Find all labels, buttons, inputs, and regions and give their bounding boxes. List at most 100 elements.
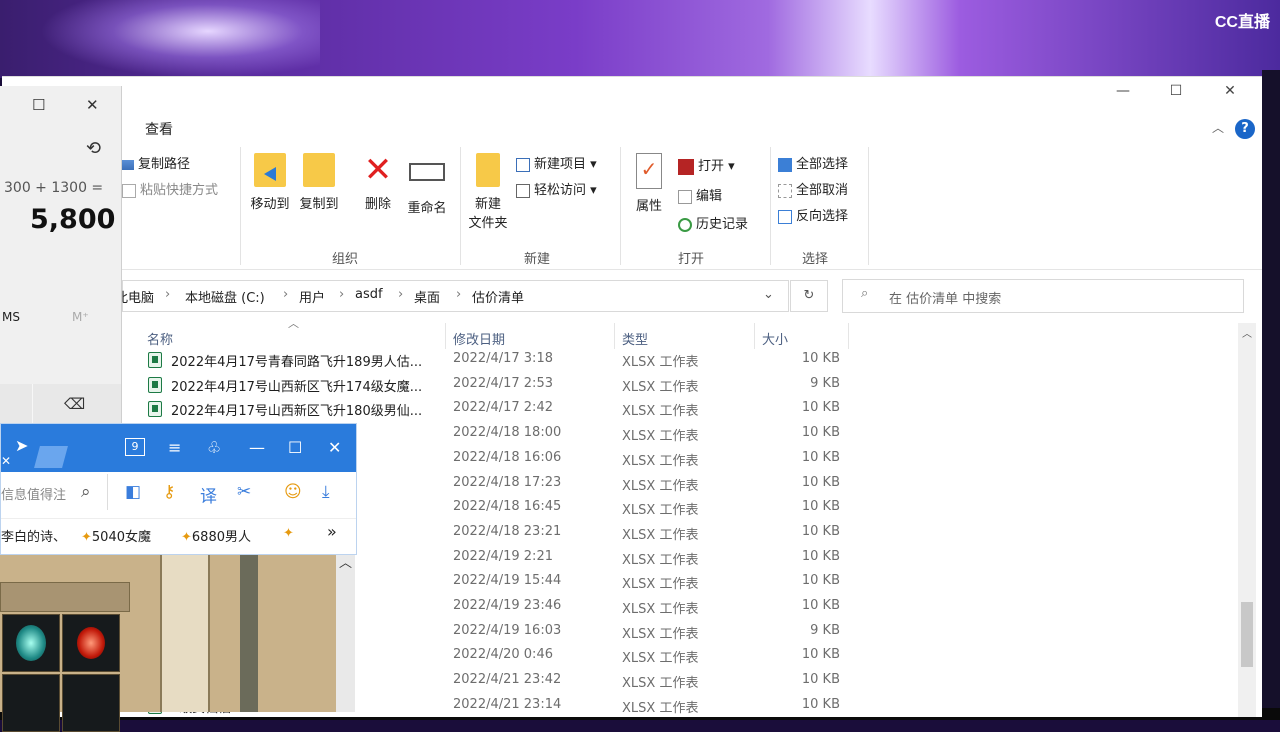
key-icon[interactable]: ⚷ xyxy=(163,482,175,502)
new-folder-button[interactable]: 新建 文件夹 xyxy=(464,153,512,231)
minimize-button[interactable]: — xyxy=(1100,83,1146,105)
invert-selection-button[interactable]: 反向选择 xyxy=(778,205,848,224)
breadcrumb-user[interactable]: asdf xyxy=(355,287,383,302)
table-row[interactable]: 2022年4月17号山西新区飞升180级男仙... 2022/4/17 2:42 X… xyxy=(2,396,1232,421)
breadcrumb-current[interactable]: 估价清单 xyxy=(472,287,524,306)
minimize-icon[interactable]: — xyxy=(249,438,265,457)
favorite-icon[interactable]: ✦ xyxy=(283,526,294,541)
memory-store-button[interactable]: MS xyxy=(2,310,20,324)
translate-icon[interactable]: 译 xyxy=(200,482,217,507)
calc-close-button[interactable]: ✕ xyxy=(86,96,99,114)
edit-button[interactable]: 编辑 xyxy=(678,185,722,204)
collapse-ribbon-icon[interactable]: ︿ xyxy=(1212,119,1224,136)
skin-icon[interactable]: ♧ xyxy=(207,438,221,457)
new-tab-button[interactable] xyxy=(34,446,68,468)
download-icon[interactable]: ⤓ xyxy=(322,482,330,502)
chevron-right-icon: › xyxy=(165,287,171,302)
column-header-type[interactable]: 类型 xyxy=(622,329,648,348)
history-button[interactable]: 历史记录 xyxy=(678,213,748,232)
counter-icon[interactable]: 9 xyxy=(125,438,145,456)
close-icon[interactable]: ✕ xyxy=(328,438,341,457)
inventory-slot[interactable] xyxy=(2,674,60,732)
more-favorites-button[interactable]: » xyxy=(327,522,337,541)
inventory-slot[interactable] xyxy=(62,614,120,672)
open-button[interactable]: 打开 ▾ xyxy=(678,155,735,175)
file-size: 9 KB xyxy=(810,375,840,391)
tab-close-icon[interactable]: ✕ xyxy=(1,454,11,468)
teal-gem-icon xyxy=(16,625,46,661)
calculator-window: ☐ ✕ ⟲ 300 + 1300 = 5,800 MS M⁺ ⌫ xyxy=(0,86,122,424)
column-header-date[interactable]: 修改日期 xyxy=(453,329,505,348)
delete-icon: ✕ xyxy=(363,150,393,190)
scroll-up-icon[interactable]: ︿ xyxy=(1242,325,1252,340)
file-date: 2022/4/19 23:46 xyxy=(453,598,562,613)
file-type: XLSX 工作表 xyxy=(622,602,699,617)
tab-view[interactable]: 查看 xyxy=(145,119,173,139)
close-button[interactable]: ✕ xyxy=(1207,83,1253,105)
column-separator[interactable] xyxy=(848,323,849,349)
file-type: XLSX 工作表 xyxy=(622,676,699,692)
calc-maximize-button[interactable]: ☐ xyxy=(32,96,45,114)
column-header-name[interactable]: 名称 xyxy=(147,329,173,348)
column-separator[interactable] xyxy=(754,323,755,349)
new-item-button[interactable]: 新建项目 ▾ xyxy=(516,153,597,172)
invert-selection-icon xyxy=(778,209,792,224)
scrollbar-thumb[interactable] xyxy=(1241,602,1253,667)
search-box[interactable]: ⌕ 在 估价清单 中搜索 xyxy=(842,279,1244,313)
browser-titlebar: ✕ ➤ 9 ≡ ♧ — ☐ ✕ xyxy=(1,424,356,472)
breadcrumb-desktop[interactable]: 桌面 xyxy=(414,287,440,306)
favorite-item[interactable]: ✦6880男人 xyxy=(181,526,251,545)
select-all-button[interactable]: 全部选择 xyxy=(778,153,848,172)
memory-add-button[interactable]: M⁺ xyxy=(72,310,89,324)
copy-to-icon xyxy=(303,153,335,187)
file-name: 2022年4月17号山西新区飞升180级男仙... xyxy=(171,404,423,420)
column-separator[interactable] xyxy=(445,323,446,349)
chevron-down-icon[interactable]: ⌄ xyxy=(763,287,774,302)
address-bar[interactable]: 此电脑 › 本地磁盘 (C:) › 用户 › asdf › 桌面 › 估价清单 … xyxy=(115,280,789,312)
breadcrumb-users[interactable]: 用户 xyxy=(299,287,325,306)
file-type: XLSX 工作表 xyxy=(622,577,699,593)
move-to-button[interactable]: 移动到 xyxy=(246,153,294,212)
favorite-item[interactable]: ✦5040女魔 xyxy=(81,526,151,545)
backspace-button[interactable]: ⌫ xyxy=(64,395,85,413)
desktop-banner xyxy=(0,0,1280,78)
easy-access-button[interactable]: 轻松访问 ▾ xyxy=(516,179,597,198)
scissors-icon[interactable]: ✂ xyxy=(237,482,251,502)
select-none-button[interactable]: 全部取消 xyxy=(778,179,848,198)
rename-button[interactable]: 重命名 xyxy=(402,153,452,216)
paste-shortcut-button[interactable]: 粘贴快捷方式 xyxy=(122,179,218,198)
delete-button[interactable]: ✕ 删除 xyxy=(354,153,402,212)
maximize-button[interactable]: ☐ xyxy=(1153,83,1199,105)
column-separator[interactable] xyxy=(614,323,615,349)
column-header-size[interactable]: 大小 xyxy=(762,329,788,348)
history-icon xyxy=(678,217,692,232)
search-icon: ⌕ xyxy=(861,286,869,301)
table-row[interactable]: 2022年4月17号山西新区飞升174级女魔... 2022/4/17 2:53 X… xyxy=(2,372,1232,397)
copy-to-button[interactable]: 复制到 xyxy=(295,153,343,212)
maximize-icon[interactable]: ☐ xyxy=(288,438,302,457)
table-row[interactable]: 2022年4月17号青春同路飞升189男人估... 2022/4/17 3:18 X… xyxy=(2,347,1232,372)
browser-search-input[interactable]: 信息值得注 xyxy=(1,484,66,503)
favorite-item[interactable]: 李白的诗、 xyxy=(1,526,66,545)
help-icon[interactable]: ? xyxy=(1235,119,1255,139)
properties-button[interactable]: ✓ 属性 xyxy=(628,153,670,214)
bookmark-icon[interactable]: ◧ xyxy=(125,482,141,502)
inventory-slot[interactable] xyxy=(2,614,60,672)
file-size: 10 KB xyxy=(801,400,840,416)
refresh-icon[interactable]: ↻ xyxy=(790,280,828,312)
emoji-icon[interactable]: ☺ xyxy=(284,482,302,502)
file-type: XLSX 工作表 xyxy=(622,478,699,494)
menu-icon[interactable]: ≡ xyxy=(168,438,181,457)
search-icon[interactable]: ⌕ xyxy=(81,482,91,502)
file-size: 9 KB xyxy=(810,622,840,638)
chevron-right-icon: › xyxy=(283,287,289,302)
file-size: 10 KB xyxy=(801,523,840,539)
copy-path-button[interactable]: 复制路径 xyxy=(122,153,190,172)
search-input[interactable]: 在 估价清单 中搜索 xyxy=(889,288,1001,307)
inventory-slot[interactable] xyxy=(62,674,120,732)
easy-access-icon xyxy=(516,183,530,198)
history-icon[interactable]: ⟲ xyxy=(86,138,101,159)
panel-scrollbar[interactable]: ︿ xyxy=(336,552,355,712)
file-date: 2022/4/19 16:03 xyxy=(453,622,562,638)
breadcrumb-drive[interactable]: 本地磁盘 (C:) xyxy=(185,287,265,306)
